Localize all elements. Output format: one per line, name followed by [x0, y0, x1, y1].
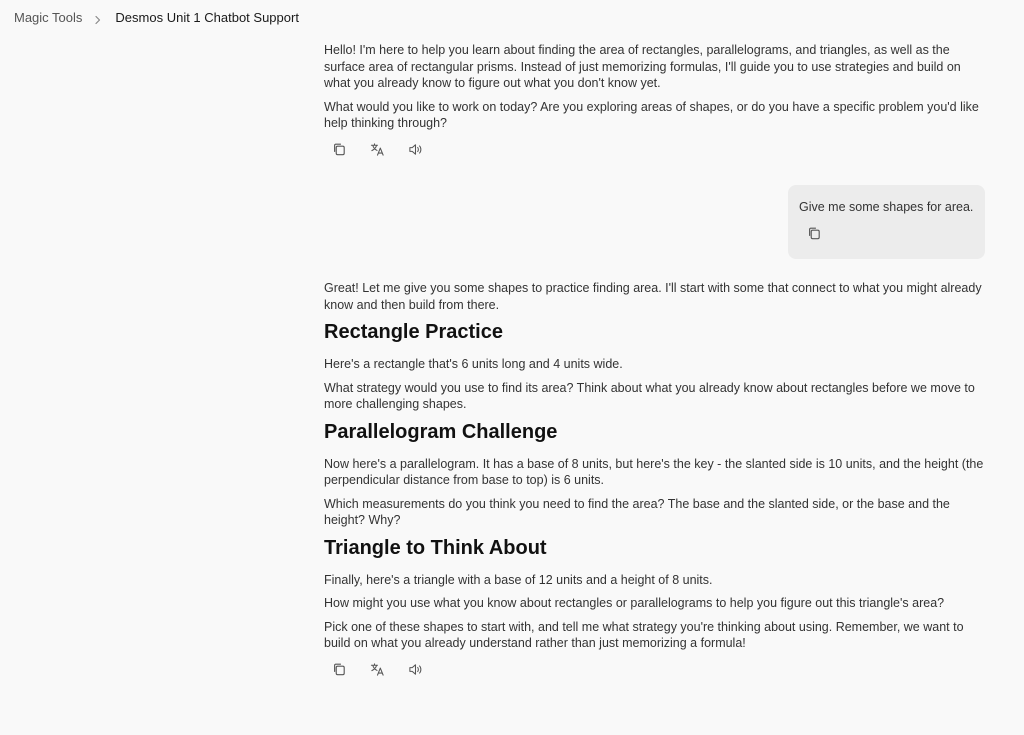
copy-icon: [809, 227, 820, 240]
breadcrumb-magic-tools[interactable]: Magic Tools: [14, 10, 82, 26]
message-paragraph: What strategy would you use to find its …: [324, 380, 975, 412]
message-paragraph: Great! Let me give you some shapes to pr…: [324, 281, 982, 312]
message-actions: [332, 139, 986, 161]
breadcrumb: Magic Tools Desmos Unit 1 Chatbot Suppor…: [14, 10, 299, 26]
read-aloud-button[interactable]: [408, 659, 446, 681]
translate-button[interactable]: [370, 139, 408, 161]
user-message-text: Give me some shapes for area.: [799, 200, 974, 214]
message-paragraph: What would you like to work on today? Ar…: [324, 99, 979, 131]
copy-button[interactable]: [807, 226, 823, 242]
breadcrumb-current-page: Desmos Unit 1 Chatbot Support: [115, 10, 299, 25]
speaker-icon: [409, 144, 422, 155]
translate-button[interactable]: [370, 659, 408, 681]
message-paragraph: How might you use what you know about re…: [324, 596, 945, 610]
translate-icon: [370, 663, 384, 676]
copy-button[interactable]: [332, 659, 370, 681]
copy-icon: [334, 143, 345, 156]
message-paragraph: Now here's a parallelogram. It has a bas…: [324, 456, 984, 488]
translate-icon: [370, 143, 384, 156]
message-paragraph: Which measurements do you think you need…: [324, 496, 950, 528]
speaker-icon: [409, 664, 422, 675]
chevron-right-icon: [93, 13, 103, 25]
copy-icon: [334, 663, 345, 676]
copy-button[interactable]: [332, 139, 370, 161]
user-message: Give me some shapes for area.: [788, 185, 985, 259]
message-paragraph: Hello! I'm here to help you learn about …: [324, 43, 961, 90]
assistant-message: Great! Let me give you some shapes to pr…: [324, 280, 986, 681]
message-paragraph: Here's a rectangle that's 6 units long a…: [324, 357, 623, 371]
message-paragraph: Pick one of these shapes to start with, …: [324, 619, 964, 651]
message-actions: [332, 659, 986, 681]
section-heading: Parallelogram Challenge: [324, 420, 558, 443]
read-aloud-button[interactable]: [408, 139, 446, 161]
message-paragraph: Finally, here's a triangle with a base o…: [324, 572, 713, 587]
section-heading: Triangle to Think About: [324, 536, 547, 559]
assistant-message: Hello! I'm here to help you learn about …: [324, 42, 986, 161]
section-heading: Rectangle Practice: [324, 321, 503, 343]
